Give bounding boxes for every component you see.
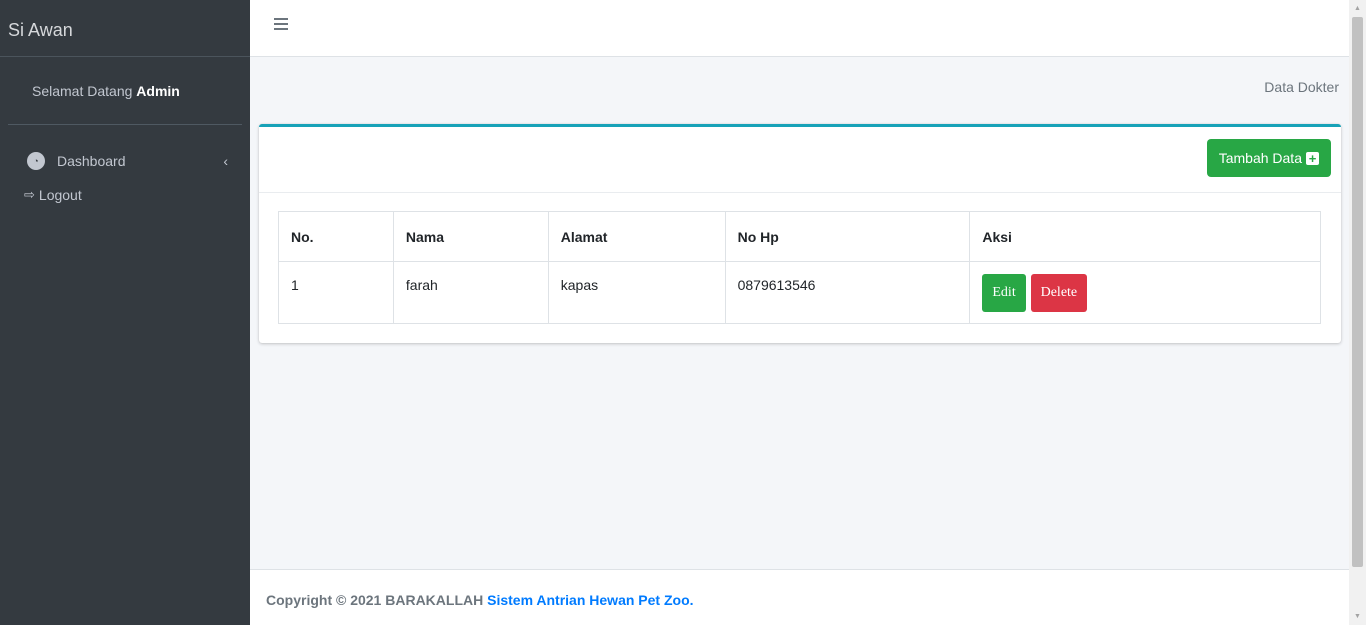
delete-button[interactable]: Delete	[1030, 274, 1088, 312]
user-name: Admin	[136, 83, 180, 99]
header-nama: Nama	[392, 211, 549, 262]
scroll-down-icon[interactable]: ▼	[1349, 608, 1366, 625]
tachometer-icon: ◔	[27, 152, 45, 170]
add-data-button[interactable]: Tambah Data +	[1206, 139, 1331, 177]
brand-title[interactable]: Si Awan	[0, 0, 250, 57]
cell-nama: farah	[392, 261, 549, 324]
table-row: 1 farah kapas 0879613546 Edit Delete	[278, 261, 1321, 324]
copyright-text: Copyright © 2021 BARAKALLAH	[266, 592, 484, 608]
sign-out-icon: ⇨	[24, 187, 35, 202]
header-alamat: Alamat	[547, 211, 726, 262]
sidebar-item-label: Dashboard	[57, 153, 126, 169]
table-header-row: No. Nama Alamat No Hp Aksi	[278, 211, 1321, 262]
plus-square-icon: +	[1306, 151, 1319, 165]
cell-alamat: kapas	[547, 261, 726, 324]
greeting-text: Selamat Datang	[32, 83, 133, 99]
footer-app-link[interactable]: Sistem Antrian Hewan Pet Zoo.	[487, 592, 693, 608]
sidebar-item-label: Logout	[38, 187, 82, 203]
scroll-thumb[interactable]	[1352, 17, 1363, 567]
edit-button[interactable]: Edit	[982, 274, 1026, 312]
cell-aksi: Edit Delete	[969, 261, 1321, 324]
sidebar-item-dashboard[interactable]: ◔ Dashboard ‹	[0, 141, 250, 181]
page-scrollbar[interactable]: ▲ ▼	[1349, 0, 1366, 625]
menu-toggle-icon[interactable]	[274, 18, 288, 30]
add-data-label: Tambah Data	[1218, 150, 1302, 166]
data-card: Tambah Data + No. Nama Alamat No Hp Aksi…	[259, 124, 1341, 343]
cell-nohp: 0879613546	[724, 261, 971, 324]
chevron-left-icon: ‹	[223, 153, 228, 169]
header-aksi: Aksi	[969, 211, 1321, 262]
doctor-table: No. Nama Alamat No Hp Aksi 1 farah kapas…	[278, 211, 1321, 324]
breadcrumb: Data Dokter	[1264, 79, 1339, 95]
sidebar-item-logout[interactable]: ⇨ Logout	[0, 185, 250, 205]
header-nohp: No Hp	[724, 211, 971, 262]
cell-no: 1	[278, 261, 394, 324]
top-navbar	[250, 0, 1349, 57]
user-panel: Selamat Datang Admin	[8, 57, 242, 125]
sidebar-nav: ◔ Dashboard ‹ ⇨ Logout	[0, 125, 250, 205]
scroll-up-icon[interactable]: ▲	[1349, 0, 1366, 17]
footer: Copyright © 2021 BARAKALLAH Sistem Antri…	[250, 569, 1349, 625]
card-header: Tambah Data +	[259, 127, 1341, 193]
sidebar: Si Awan Selamat Datang Admin ◔ Dashboard…	[0, 0, 250, 625]
header-no: No.	[278, 211, 394, 262]
